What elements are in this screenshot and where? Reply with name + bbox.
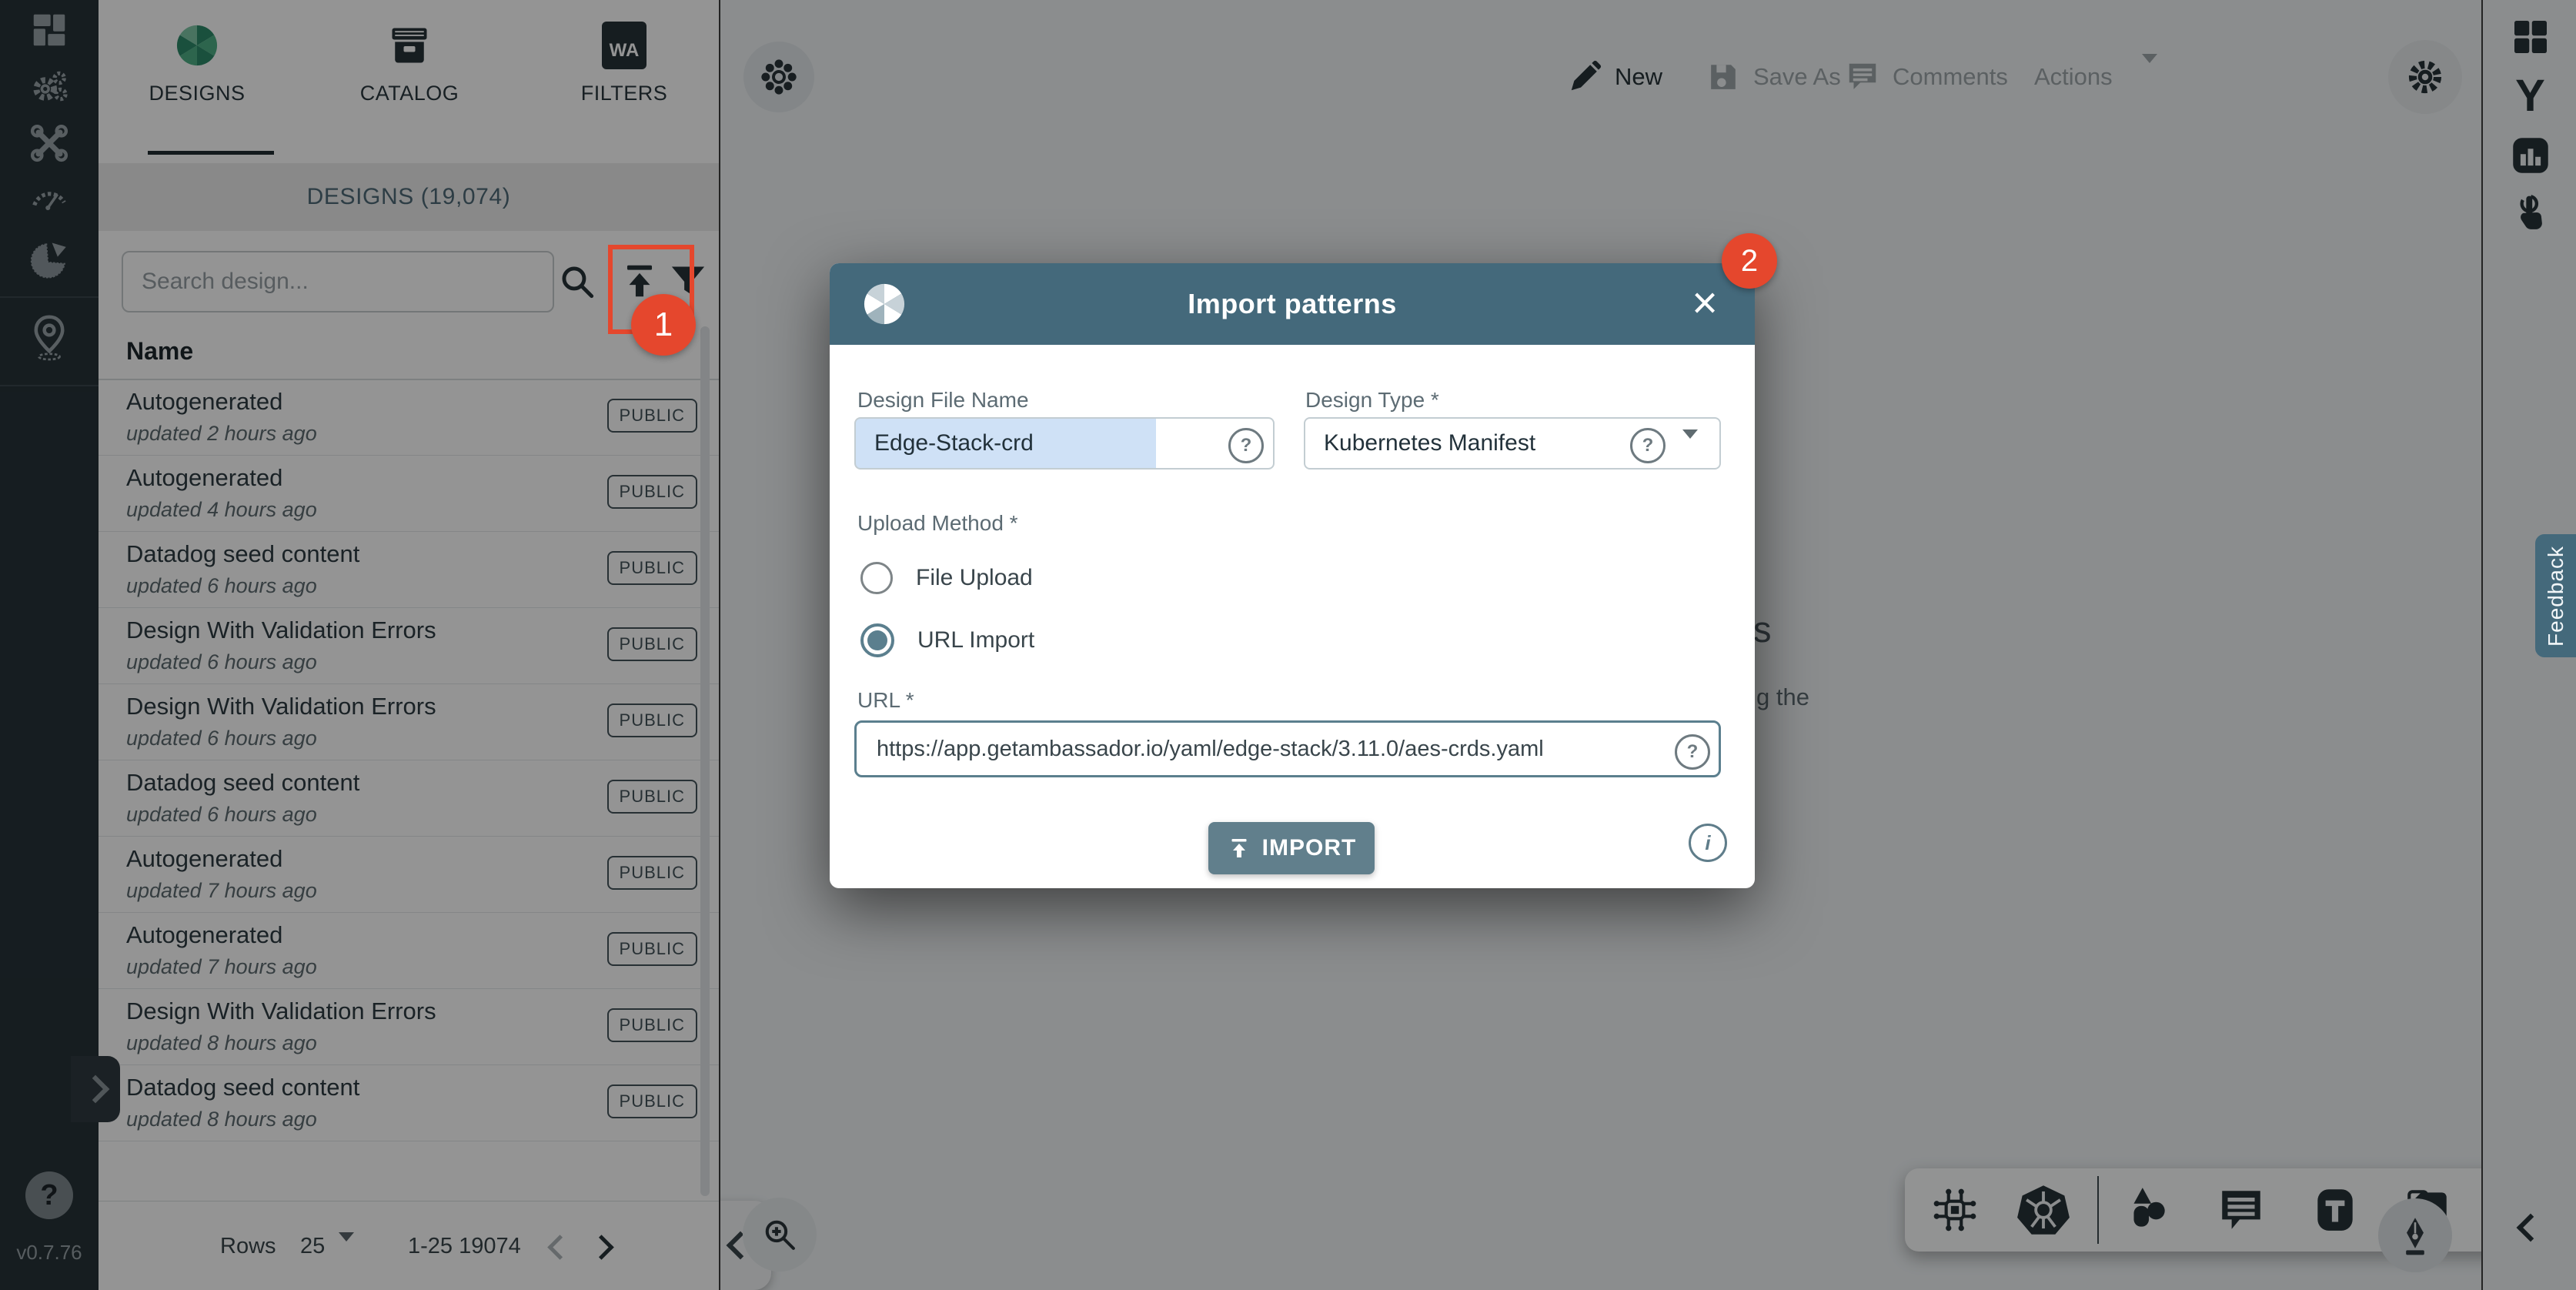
file-upload-option[interactable]: File Upload	[860, 562, 1033, 594]
design-file-name-label: Design File Name	[857, 388, 1029, 413]
file-upload-label: File Upload	[916, 565, 1033, 591]
design-type-caret-icon[interactable]	[1682, 439, 1698, 453]
url-import-label: URL Import	[917, 627, 1034, 653]
import-label: IMPORT	[1262, 835, 1357, 861]
design-file-name-input[interactable]	[854, 417, 1275, 470]
url-import-radio[interactable]	[860, 623, 894, 657]
modal-header: Import patterns ×	[830, 263, 1755, 345]
info-icon[interactable]: i	[1689, 824, 1727, 862]
modal-title: Import patterns	[830, 263, 1755, 345]
url-input[interactable]	[854, 720, 1721, 777]
feedback-tab[interactable]: Feedback	[2535, 534, 2576, 657]
url-help-icon[interactable]: ?	[1675, 734, 1710, 770]
upload-icon	[1227, 836, 1251, 861]
design-file-name-help-icon[interactable]: ?	[1228, 428, 1264, 463]
design-type-value: Kubernetes Manifest	[1324, 430, 1535, 456]
import-patterns-modal: Import patterns × Design File Name ? Des…	[830, 263, 1755, 888]
annotation-step1-badge: 1	[631, 294, 696, 356]
upload-method-label: Upload Method *	[857, 511, 1018, 536]
url-label: URL *	[857, 688, 914, 713]
file-upload-radio[interactable]	[860, 562, 893, 594]
design-type-help-icon[interactable]: ?	[1630, 428, 1666, 463]
feedback-label: Feedback	[2544, 546, 2568, 647]
import-button[interactable]: IMPORT	[1208, 822, 1375, 874]
annotation-step2-badge: 2	[1722, 233, 1777, 289]
close-icon[interactable]: ×	[1678, 276, 1732, 329]
url-import-option[interactable]: URL Import	[860, 623, 1034, 657]
design-type-label: Design Type *	[1305, 388, 1439, 413]
